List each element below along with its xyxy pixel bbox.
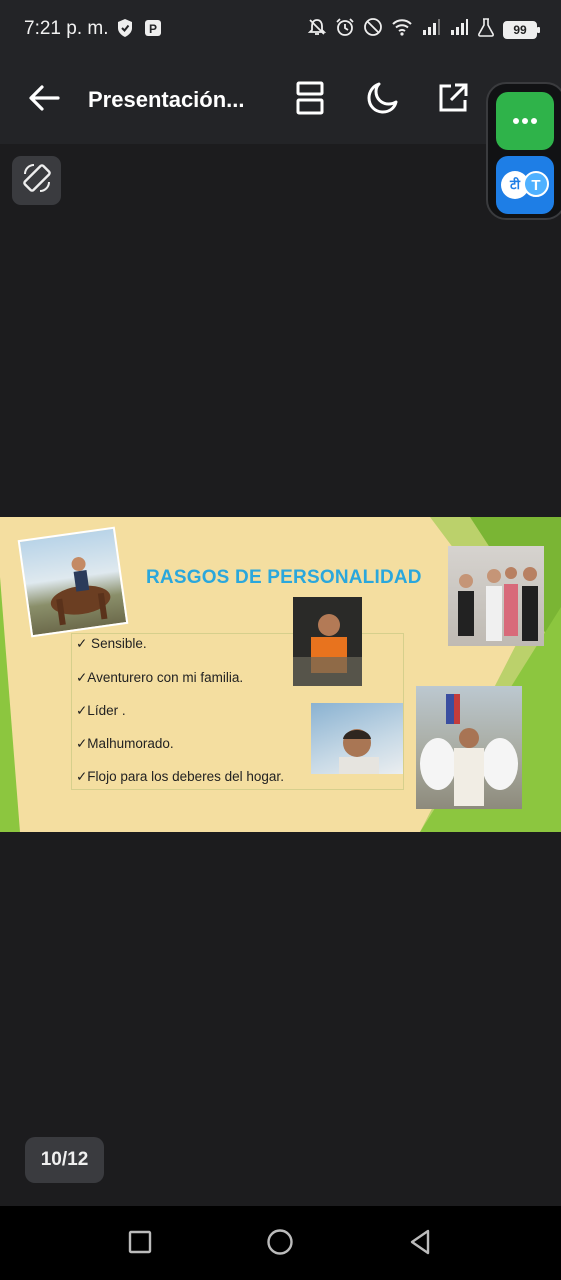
home-circle-icon — [266, 1228, 294, 1261]
list-item: ✓Líder . — [76, 703, 126, 718]
battery-indicator: 99 — [503, 20, 540, 39]
screen-rotate-icon — [20, 161, 54, 200]
list-item: ✓Aventurero con mi familia. — [76, 670, 244, 685]
more-options-bubble[interactable] — [496, 92, 554, 150]
bell-off-icon — [307, 17, 327, 42]
boy-orange-shirt-photo — [293, 597, 362, 686]
rotate-screen-button[interactable] — [12, 156, 61, 205]
system-nav-bar — [0, 1206, 561, 1280]
back-button[interactable] — [22, 78, 66, 122]
list-item: ✓ Sensible. — [76, 636, 147, 651]
wifi-icon — [391, 17, 413, 42]
list-item: ✓Flojo para los deberes del hogar. — [76, 769, 284, 784]
signal-icon — [449, 17, 469, 42]
more-dots-icon — [512, 112, 538, 130]
status-right-icons: 99 — [307, 17, 540, 42]
status-left-icons: P — [116, 18, 162, 43]
slide-title: RASGOS DE PERSONALIDAD — [146, 567, 422, 588]
recents-button[interactable] — [122, 1226, 158, 1262]
boy-on-horse-photo — [17, 526, 129, 638]
open-external-icon — [437, 82, 469, 119]
boy-angel-costume-photo — [416, 686, 522, 809]
dark-mode-moon-icon — [365, 81, 399, 120]
app-notification-icon: P — [144, 18, 162, 43]
app-bar: Presentación... — [0, 58, 561, 144]
back-arrow-icon — [28, 84, 60, 117]
family-group-photo — [448, 546, 544, 646]
translate-icon: टी T — [501, 169, 549, 201]
translate-bubble[interactable]: टी T — [496, 156, 554, 214]
list-item: ✓Malhumorado. — [76, 736, 174, 751]
page-layout-icon — [296, 81, 324, 120]
status-time: 7:21 p. m. — [24, 18, 109, 39]
do-not-disturb-icon — [363, 17, 383, 42]
boy-close-up-photo — [311, 703, 403, 774]
open-external-button[interactable] — [433, 80, 473, 120]
svg-text:P: P — [149, 22, 157, 36]
system-back-button[interactable] — [402, 1226, 438, 1262]
page-layout-button[interactable] — [290, 80, 330, 120]
signal-icon — [421, 17, 441, 42]
recents-square-icon — [128, 1230, 152, 1259]
translate-latin-label: T — [523, 171, 549, 197]
page-indicator: 10/12 — [25, 1137, 104, 1183]
presentation-slide: RASGOS DE PERSONALIDAD ✓ Sensible. ✓Aven… — [0, 517, 561, 832]
alarm-icon — [335, 17, 355, 42]
status-bar: 7:21 p. m. P 99 — [0, 0, 561, 58]
home-button[interactable] — [262, 1226, 298, 1262]
lab-flask-icon — [477, 17, 495, 42]
back-triangle-icon — [408, 1228, 432, 1261]
dark-mode-button[interactable] — [362, 80, 402, 120]
document-title: Presentación... — [88, 87, 245, 112]
floating-app-panel: टी T — [486, 82, 561, 220]
shield-icon — [116, 18, 134, 43]
